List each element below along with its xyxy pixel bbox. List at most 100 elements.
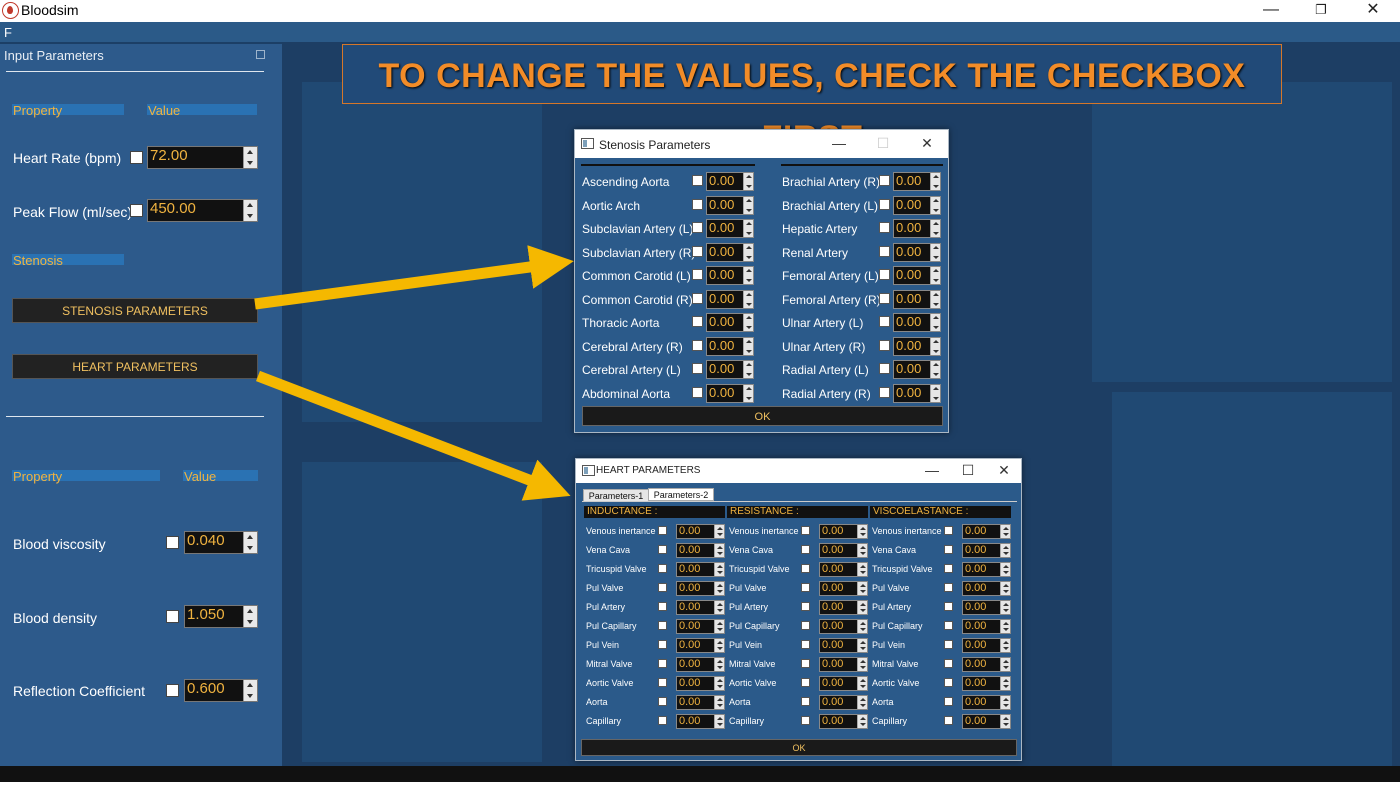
heart-param-spinbox[interactable]: 0.00 <box>819 524 868 539</box>
heart-param-spinbox[interactable]: 0.00 <box>962 543 1011 558</box>
heart-rate-spinbox[interactable]: 72.00 <box>147 146 258 169</box>
tab-parameters-2[interactable]: Parameters-2 <box>648 488 714 501</box>
spin-arrows-icon[interactable] <box>930 314 940 331</box>
spin-arrows-icon[interactable] <box>714 601 724 614</box>
heart-param-spinbox[interactable]: 0.00 <box>819 581 868 596</box>
stenosis-spinbox[interactable]: 0.00 <box>893 360 941 379</box>
menu-file[interactable]: F <box>4 25 12 40</box>
spin-arrows-icon[interactable] <box>714 677 724 690</box>
stenosis-checkbox[interactable] <box>879 269 890 280</box>
heart-param-spinbox[interactable]: 0.00 <box>819 562 868 577</box>
spin-arrows-icon[interactable] <box>1000 601 1010 614</box>
spin-arrows-icon[interactable] <box>857 620 867 633</box>
stenosis-spinbox[interactable]: 0.00 <box>706 219 754 238</box>
spin-arrows-icon[interactable] <box>1000 525 1010 538</box>
stenosis-checkbox[interactable] <box>692 222 703 233</box>
ok-button[interactable]: OK <box>582 406 943 426</box>
heart-param-checkbox[interactable] <box>801 678 810 687</box>
heart-param-spinbox[interactable]: 0.00 <box>676 638 725 653</box>
spin-arrows-icon[interactable] <box>857 601 867 614</box>
stenosis-checkbox[interactable] <box>692 363 703 374</box>
heart-param-checkbox[interactable] <box>801 602 810 611</box>
stenosis-checkbox[interactable] <box>692 245 703 257</box>
heart-param-spinbox[interactable]: 0.00 <box>676 600 725 615</box>
maximize-button[interactable]: ☐ <box>958 462 978 479</box>
stenosis-checkbox[interactable] <box>879 363 890 374</box>
heart-param-spinbox[interactable]: 0.00 <box>819 543 868 558</box>
heart-param-checkbox[interactable] <box>658 583 667 592</box>
stenosis-spinbox[interactable]: 0.00 <box>893 289 941 309</box>
spin-arrows-icon[interactable] <box>930 337 940 355</box>
heart-param-checkbox[interactable] <box>658 697 667 706</box>
spin-arrows-icon[interactable] <box>714 544 724 557</box>
heart-param-checkbox[interactable] <box>658 564 667 573</box>
stenosis-checkbox[interactable] <box>879 245 890 257</box>
heart-param-checkbox[interactable] <box>801 697 810 706</box>
stenosis-checkbox[interactable] <box>692 339 703 351</box>
stenosis-spinbox[interactable]: 0.00 <box>706 172 754 191</box>
stenosis-spinbox[interactable]: 0.00 <box>706 360 754 379</box>
spin-arrows-icon[interactable] <box>743 267 753 284</box>
heart-param-checkbox[interactable] <box>801 659 810 668</box>
heart-param-checkbox[interactable] <box>658 602 667 611</box>
stenosis-checkbox[interactable] <box>879 316 890 327</box>
heart-parameters-button[interactable]: HEART PARAMETERS <box>12 354 258 379</box>
spin-arrows-icon[interactable] <box>1000 620 1010 633</box>
stenosis-checkbox[interactable] <box>879 386 890 398</box>
heart-param-spinbox[interactable]: 0.00 <box>819 695 868 710</box>
maximize-button[interactable]: ☐ <box>873 135 893 152</box>
heart-param-spinbox[interactable]: 0.00 <box>676 562 725 577</box>
stenosis-spinbox[interactable]: 0.00 <box>893 266 941 285</box>
spin-arrows-icon[interactable] <box>857 582 867 595</box>
blood-viscosity-checkbox[interactable] <box>166 536 179 549</box>
heart-param-spinbox[interactable]: 0.00 <box>962 657 1011 672</box>
spin-arrows-icon[interactable] <box>930 173 940 190</box>
stenosis-spinbox[interactable]: 0.00 <box>706 336 754 356</box>
spin-arrows-icon[interactable] <box>714 658 724 671</box>
spin-arrows-icon[interactable] <box>857 525 867 538</box>
minimize-button[interactable]: — <box>1248 0 1294 22</box>
close-button[interactable]: ✕ <box>1350 0 1396 22</box>
heart-param-checkbox[interactable] <box>944 640 953 649</box>
heart-param-spinbox[interactable]: 0.00 <box>962 638 1011 653</box>
stenosis-parameters-button[interactable]: STENOSIS PARAMETERS <box>12 298 258 323</box>
heart-param-checkbox[interactable] <box>944 678 953 687</box>
spin-arrows-icon[interactable] <box>243 147 257 168</box>
heart-param-spinbox[interactable]: 0.00 <box>962 581 1011 596</box>
spin-arrows-icon[interactable] <box>243 200 257 221</box>
spin-arrows-icon[interactable] <box>1000 639 1010 652</box>
stenosis-checkbox[interactable] <box>692 198 703 210</box>
spin-arrows-icon[interactable] <box>743 361 753 378</box>
spin-arrows-icon[interactable] <box>857 544 867 557</box>
stenosis-spinbox[interactable]: 0.00 <box>893 383 941 403</box>
stenosis-checkbox[interactable] <box>692 175 703 186</box>
spin-arrows-icon[interactable] <box>714 715 724 728</box>
stenosis-checkbox[interactable] <box>879 222 890 233</box>
spin-arrows-icon[interactable] <box>930 196 940 214</box>
spin-arrows-icon[interactable] <box>714 525 724 538</box>
heart-param-spinbox[interactable]: 0.00 <box>962 562 1011 577</box>
spin-arrows-icon[interactable] <box>743 220 753 237</box>
stenosis-spinbox[interactable]: 0.00 <box>893 336 941 356</box>
spin-arrows-icon[interactable] <box>930 384 940 402</box>
heart-param-checkbox[interactable] <box>944 564 953 573</box>
heart-param-checkbox[interactable] <box>944 602 953 611</box>
stenosis-checkbox[interactable] <box>692 316 703 327</box>
heart-param-checkbox[interactable] <box>658 640 667 649</box>
heart-param-spinbox[interactable]: 0.00 <box>676 543 725 558</box>
heart-param-checkbox[interactable] <box>944 583 953 592</box>
spin-arrows-icon[interactable] <box>243 606 257 627</box>
heart-param-checkbox[interactable] <box>658 659 667 668</box>
heart-param-spinbox[interactable]: 0.00 <box>819 657 868 672</box>
heart-param-checkbox[interactable] <box>801 621 810 630</box>
stenosis-spinbox[interactable]: 0.00 <box>706 289 754 309</box>
spin-arrows-icon[interactable] <box>743 173 753 190</box>
heart-param-spinbox[interactable]: 0.00 <box>962 714 1011 729</box>
minimize-button[interactable]: — <box>922 462 942 478</box>
stenosis-checkbox[interactable] <box>692 292 703 304</box>
heart-param-spinbox[interactable]: 0.00 <box>819 600 868 615</box>
stenosis-spinbox[interactable]: 0.00 <box>706 266 754 285</box>
stenosis-checkbox[interactable] <box>879 292 890 304</box>
heart-rate-checkbox[interactable] <box>130 151 143 164</box>
spin-arrows-icon[interactable] <box>743 196 753 214</box>
